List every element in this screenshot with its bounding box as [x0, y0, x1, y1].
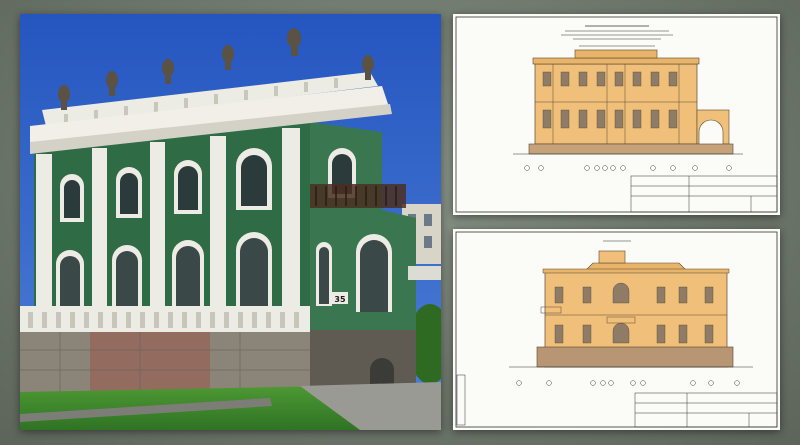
title-block-top [630, 175, 778, 213]
facade-elevation-bottom [509, 250, 753, 368]
house-number: 35 [334, 295, 346, 304]
mansion-photo: 35 [20, 14, 441, 430]
facade-elevation-top [513, 49, 743, 155]
title-block-bottom [634, 392, 778, 428]
elevation-drawing-bottom [455, 231, 778, 428]
drawing-sheet-top [453, 14, 780, 215]
drawing-sheet-bottom [453, 229, 780, 430]
mansion-photo-illustration: 35 [20, 14, 441, 430]
corner-balcony [310, 184, 406, 208]
elevation-drawing-top [455, 16, 778, 213]
